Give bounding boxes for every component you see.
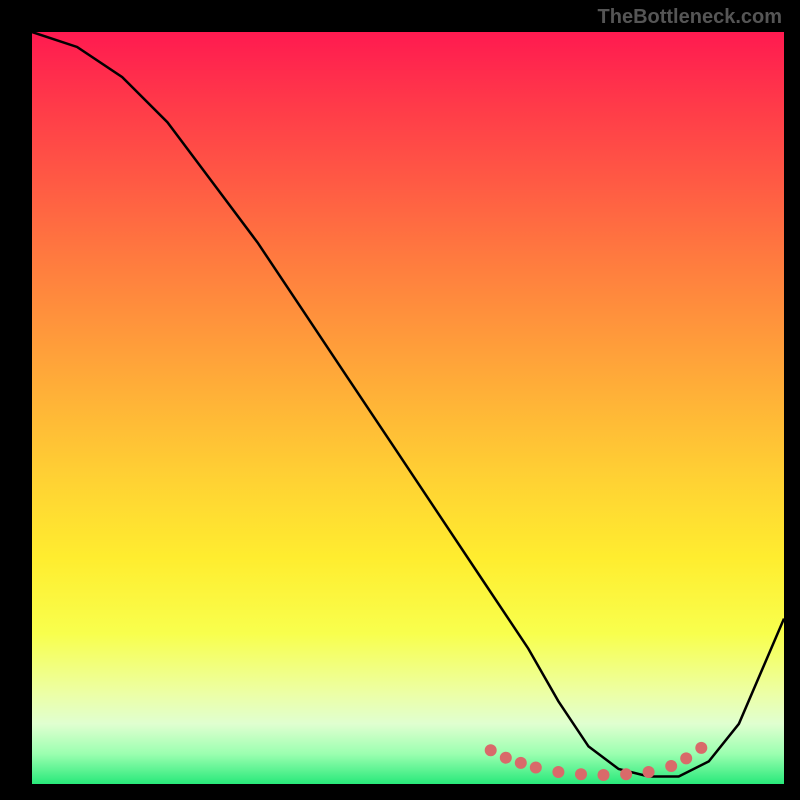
- data-marker: [552, 766, 564, 778]
- curve-line: [32, 32, 784, 777]
- data-marker: [680, 752, 692, 764]
- data-marker: [665, 760, 677, 772]
- marker-group: [485, 742, 708, 781]
- data-marker: [695, 742, 707, 754]
- data-marker: [485, 744, 497, 756]
- data-marker: [500, 752, 512, 764]
- data-marker: [575, 768, 587, 780]
- plot-area: [32, 32, 784, 784]
- line-series: [32, 32, 784, 777]
- chart-svg: [32, 32, 784, 784]
- data-marker: [643, 766, 655, 778]
- chart-container: TheBottleneck.com: [0, 0, 800, 800]
- data-marker: [515, 757, 527, 769]
- data-marker: [530, 762, 542, 774]
- data-marker: [598, 769, 610, 781]
- data-marker: [620, 768, 632, 780]
- watermark-text: TheBottleneck.com: [598, 6, 782, 29]
